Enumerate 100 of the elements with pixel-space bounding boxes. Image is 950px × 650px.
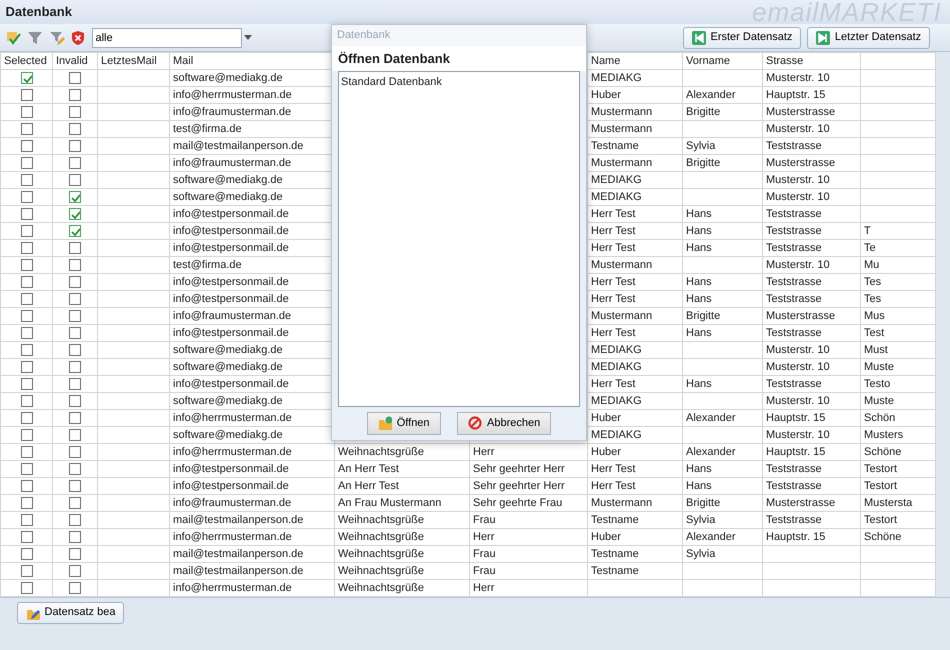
check-icon[interactable] <box>6 30 22 46</box>
checkbox[interactable] <box>69 360 81 373</box>
checkbox[interactable] <box>69 140 81 152</box>
checkbox[interactable] <box>20 446 32 458</box>
edit-record-button[interactable]: Datensatz bea <box>16 602 124 624</box>
checkbox[interactable] <box>20 548 32 560</box>
table-cell: mail@testmailanperson.de <box>170 546 334 562</box>
list-item[interactable]: Standard Datenbank <box>341 74 577 90</box>
table-cell: Mus <box>860 308 936 324</box>
table-cell: Must <box>860 342 936 358</box>
checkbox[interactable] <box>69 208 81 220</box>
column-header[interactable]: Selected <box>0 52 52 70</box>
checkbox[interactable] <box>69 582 81 594</box>
checkbox[interactable] <box>20 378 32 390</box>
checkbox[interactable] <box>20 190 32 203</box>
table-cell: Frau <box>470 546 588 562</box>
checkbox[interactable] <box>20 156 32 169</box>
checkbox[interactable] <box>69 258 81 271</box>
table-cell: Testort <box>860 460 936 478</box>
table-cell: Teststrasse <box>762 274 860 290</box>
checkbox[interactable] <box>20 360 32 373</box>
column-header[interactable]: Invalid <box>52 52 98 70</box>
shield-icon[interactable] <box>70 30 86 46</box>
checkbox[interactable] <box>69 106 81 118</box>
checkbox[interactable] <box>20 564 32 577</box>
first-record-button[interactable]: Erster Datensatz <box>682 26 802 48</box>
checkbox[interactable] <box>20 310 32 322</box>
checkbox[interactable] <box>69 496 81 509</box>
checkbox[interactable] <box>20 344 32 356</box>
table-cell: Schöne <box>860 444 936 460</box>
checkbox[interactable] <box>69 548 81 560</box>
checkbox[interactable] <box>20 140 32 152</box>
checkbox[interactable] <box>20 582 32 594</box>
table-cell: MEDIAKG <box>588 188 682 206</box>
checkbox[interactable] <box>69 224 81 237</box>
checkbox[interactable] <box>20 258 32 271</box>
checkbox[interactable] <box>69 344 81 356</box>
checkbox[interactable] <box>20 480 32 492</box>
checkbox[interactable] <box>69 446 81 458</box>
table-cell: Teststrasse <box>762 206 860 222</box>
table-cell: Mustermann <box>588 104 682 120</box>
checkbox[interactable] <box>20 88 32 101</box>
checkbox[interactable] <box>20 514 32 526</box>
checkbox[interactable] <box>20 394 32 407</box>
table-cell: Musterstr. 10 <box>762 172 860 188</box>
open-button[interactable]: Öffnen <box>366 412 441 434</box>
column-header[interactable]: Name <box>588 52 682 70</box>
checkbox[interactable] <box>20 530 32 543</box>
table-cell: Tes <box>860 290 936 308</box>
checkbox[interactable] <box>69 292 81 305</box>
checkbox[interactable] <box>20 122 32 135</box>
filter-edit-icon[interactable] <box>48 30 64 46</box>
checkbox[interactable] <box>69 276 81 288</box>
table-cell: MEDIAKG <box>588 392 682 410</box>
checkbox[interactable] <box>69 88 81 101</box>
checkbox[interactable] <box>20 72 32 84</box>
checkbox[interactable] <box>69 326 81 339</box>
cancel-button[interactable]: Abbrechen <box>457 412 552 434</box>
column-header[interactable]: LetztesMail <box>98 52 170 70</box>
checkbox[interactable] <box>69 394 81 407</box>
table-cell: Muste <box>860 358 936 376</box>
checkbox[interactable] <box>69 378 81 390</box>
checkbox[interactable] <box>20 224 32 237</box>
checkbox[interactable] <box>69 310 81 322</box>
checkbox[interactable] <box>69 480 81 492</box>
checkbox[interactable] <box>69 190 81 203</box>
checkbox[interactable] <box>69 72 81 84</box>
checkbox[interactable] <box>69 242 81 254</box>
table-cell: Musterstrasse <box>762 154 860 172</box>
column-header[interactable]: Vorname <box>682 52 762 70</box>
dialog-title: Datenbank <box>332 25 586 46</box>
checkbox[interactable] <box>20 276 32 288</box>
checkbox[interactable] <box>69 530 81 543</box>
checkbox[interactable] <box>69 174 81 186</box>
checkbox[interactable] <box>20 428 32 441</box>
filter-icon[interactable] <box>27 30 43 46</box>
checkbox[interactable] <box>20 326 32 339</box>
checkbox[interactable] <box>20 174 32 186</box>
checkbox[interactable] <box>20 292 32 305</box>
checkbox[interactable] <box>20 106 32 118</box>
filter-field[interactable]: alle <box>92 28 242 48</box>
table-cell: An Herr Test <box>334 478 470 494</box>
checkbox[interactable] <box>20 496 32 509</box>
checkbox[interactable] <box>69 122 81 135</box>
checkbox[interactable] <box>20 242 32 254</box>
checkbox[interactable] <box>69 156 81 169</box>
checkbox[interactable] <box>20 208 32 220</box>
checkbox[interactable] <box>69 412 81 424</box>
checkbox[interactable] <box>69 428 81 441</box>
table-cell: MEDIAKG <box>588 342 682 358</box>
database-list[interactable]: Standard Datenbank <box>338 71 580 406</box>
checkbox[interactable] <box>20 462 32 475</box>
last-record-button[interactable]: Letzter Datensatz <box>806 26 930 48</box>
table-cell: Mu <box>860 256 936 274</box>
checkbox[interactable] <box>69 462 81 475</box>
checkbox[interactable] <box>69 564 81 577</box>
checkbox[interactable] <box>20 412 32 424</box>
column-header[interactable]: Strasse <box>762 52 860 70</box>
checkbox[interactable] <box>69 514 81 526</box>
table-cell: Schön <box>860 410 936 426</box>
